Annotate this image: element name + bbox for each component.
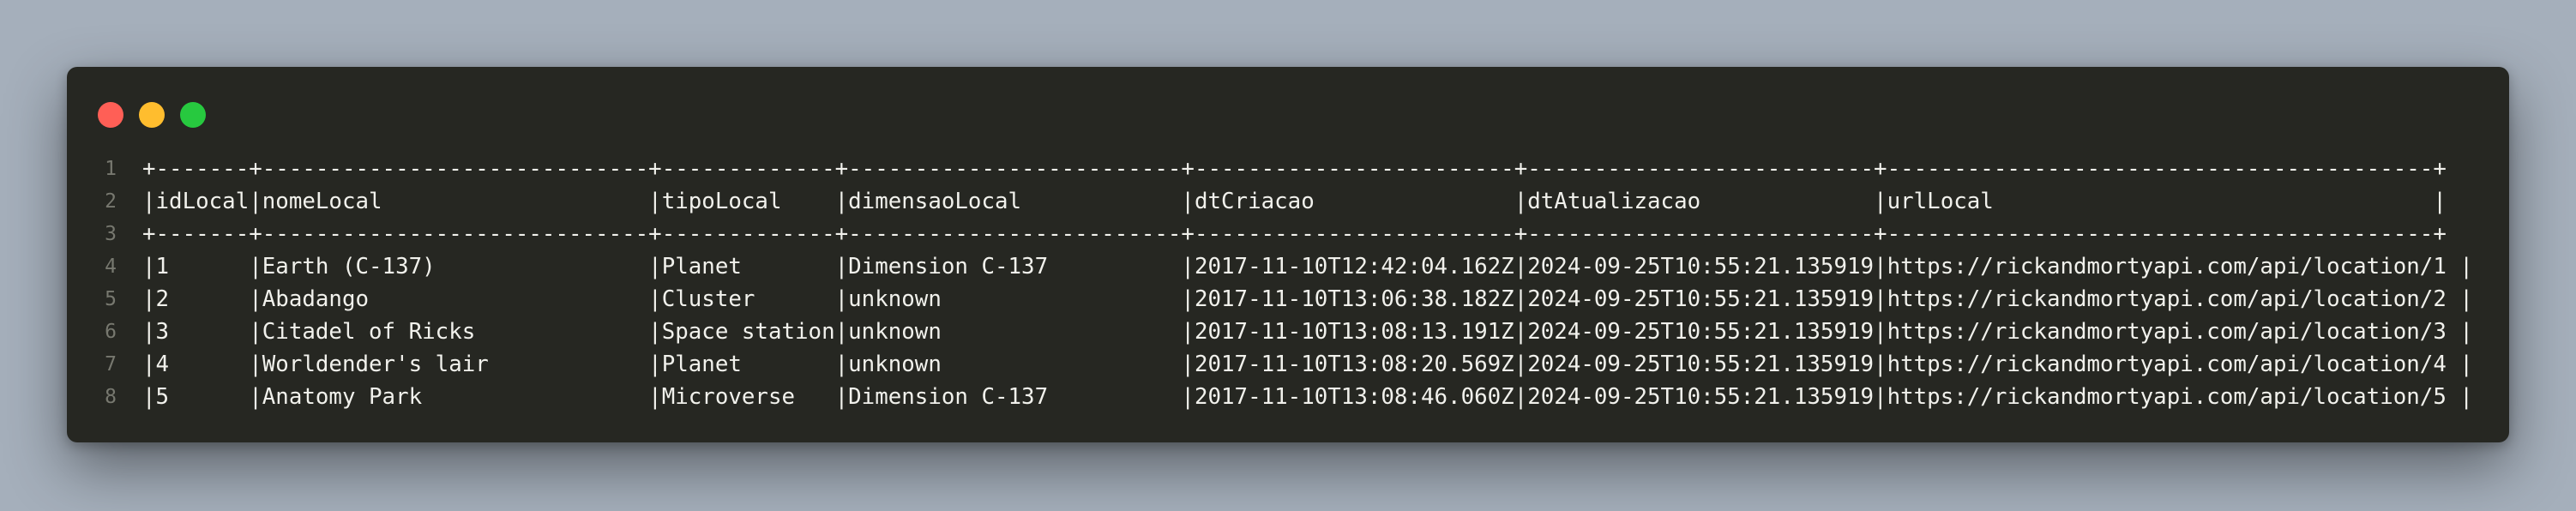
line-number: 4 — [105, 256, 117, 278]
window-titlebar — [67, 67, 2509, 161]
line-number: 5 — [105, 288, 117, 310]
code-line: 3 +-------+-----------------------------… — [67, 218, 2509, 250]
code-line: 6 |3 |Citadel of Ricks |Space station|un… — [67, 316, 2509, 348]
minimize-button[interactable] — [139, 102, 165, 128]
code-text: |5 |Anatomy Park |Microverse |Dimension … — [142, 384, 2473, 410]
code-line: 5 |2 |Abadango |Cluster |unknown |2017-1… — [67, 283, 2509, 316]
line-number: 6 — [105, 321, 117, 343]
code-line: 7 |4 |Worldender's lair |Planet |unknown… — [67, 348, 2509, 381]
close-button[interactable] — [98, 102, 123, 128]
line-number: 7 — [105, 353, 117, 376]
line-number: 2 — [105, 190, 117, 213]
line-number: 8 — [105, 386, 117, 408]
zoom-button[interactable] — [180, 102, 206, 128]
code-line: 8 |5 |Anatomy Park |Microverse |Dimensio… — [67, 381, 2509, 413]
line-number: 3 — [105, 223, 117, 245]
code-text: |3 |Citadel of Ricks |Space station|unkn… — [142, 319, 2473, 345]
code-line: 1 +-------+-----------------------------… — [67, 153, 2509, 185]
code-text: |1 |Earth (C-137) |Planet |Dimension C-1… — [142, 254, 2473, 280]
code-text: +-------+-----------------------------+-… — [142, 156, 2447, 182]
code-text: +-------+-----------------------------+-… — [142, 221, 2447, 247]
code-line: 2 |idLocal|nomeLocal |tipoLocal |dimensa… — [67, 185, 2509, 218]
code-block: 1 +-------+-----------------------------… — [67, 153, 2509, 442]
line-number: 1 — [105, 158, 117, 180]
code-text: |2 |Abadango |Cluster |unknown |2017-11-… — [142, 286, 2473, 312]
code-line: 4 |1 |Earth (C-137) |Planet |Dimension C… — [67, 250, 2509, 283]
code-text: |idLocal|nomeLocal |tipoLocal |dimensaoL… — [142, 189, 2447, 214]
code-text: |4 |Worldender's lair |Planet |unknown |… — [142, 352, 2473, 377]
code-window: 1 +-------+-----------------------------… — [67, 67, 2509, 442]
